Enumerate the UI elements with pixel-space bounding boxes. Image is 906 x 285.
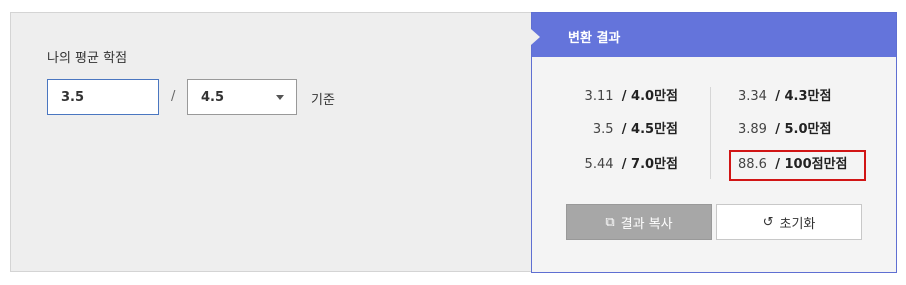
copy-icon: ⧉ [605,214,615,230]
result-unit: / 4.5만점 [621,122,678,137]
copy-button-label: 결과 복사 [620,216,673,232]
reset-button-label: 초기화 [779,216,816,232]
highlight-box [729,150,866,181]
reset-button[interactable]: ↺ 초기화 [716,204,862,240]
scale-selected-value: 4.5 [201,90,225,105]
result-unit: / 4.0만점 [621,89,678,104]
result-unit: / 5.0만점 [775,122,832,137]
basis-label: 기준 [311,93,335,108]
result-item-4-5: 3.5 / 4.5만점 [593,122,678,138]
result-item-4-0: 3.11 / 4.0만점 [585,89,678,105]
result-unit: / 7.0만점 [621,157,678,172]
slash-separator: / [171,89,176,104]
chevron-down-icon [276,95,284,100]
result-value: 3.34 [738,89,767,104]
result-value: 3.89 [738,122,767,137]
result-panel: 변환 결과 3.11 / 4.0만점 3.34 / 4.3만점 3.5 / 4.… [531,12,897,273]
result-item-5-0: 3.89 / 5.0만점 [738,122,831,138]
result-value: 3.5 [592,122,614,137]
result-item-7-0: 5.44 / 7.0만점 [585,157,678,173]
result-unit: / 4.3만점 [775,89,832,104]
gpa-converter-widget: 나의 평균 학점 / 4.5 기준 변환 결과 3.11 / 4.0만점 3.3… [10,12,897,273]
result-header: 변환 결과 [532,13,896,57]
result-divider [710,87,711,179]
header-notch [531,29,540,45]
refresh-icon: ↺ [762,214,774,230]
result-value: 3.11 [584,89,614,104]
gpa-label: 나의 평균 학점 [47,51,128,66]
input-panel: 나의 평균 학점 / 4.5 기준 [11,13,531,271]
copy-result-button[interactable]: ⧉ 결과 복사 [566,204,712,240]
result-title: 변환 결과 [568,31,621,46]
result-value: 5.44 [584,157,614,172]
gpa-input[interactable] [47,79,159,115]
scale-select[interactable]: 4.5 [187,79,297,115]
result-item-4-3: 3.34 / 4.3만점 [738,89,831,105]
